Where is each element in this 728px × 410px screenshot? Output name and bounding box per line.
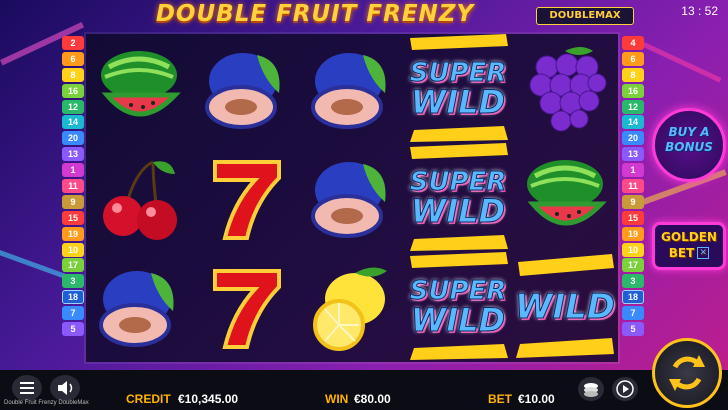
payline-indicator[interactable]: 12 [62, 99, 84, 114]
payline-indicator[interactable]: 8 [622, 67, 644, 82]
payline-indicator[interactable]: 15 [622, 210, 644, 225]
super-wild-symbol: SUPER WILD [404, 252, 512, 361]
seven-icon [192, 143, 298, 252]
super-wild-text-bottom: WILD [410, 82, 506, 121]
reel-grid: SUPER WILD SUPER WILD SUPER WILD WILD [86, 34, 618, 362]
win-label: WIN [325, 392, 349, 406]
payline-indicators-right: 4 6 8 16 12 14 20 13 1 11 9 15 19 10 17 3 18 7 5 [622, 36, 644, 338]
golden-bet-button[interactable]: GOLDEN BET ✕ [652, 222, 726, 270]
watermelon-icon [512, 143, 618, 252]
plum-icon [298, 34, 404, 143]
plum-icon [192, 34, 298, 143]
payline-indicator[interactable]: 10 [62, 242, 84, 257]
payline-indicator[interactable]: 16 [622, 83, 644, 98]
super-wild-text-top: SUPER [409, 275, 507, 306]
payline-indicator[interactable]: 3 [622, 274, 644, 289]
plum-icon [298, 143, 404, 252]
payline-indicator[interactable]: 8 [62, 67, 84, 82]
bet-label: BET [488, 392, 512, 406]
payline-indicator[interactable]: 9 [62, 194, 84, 209]
payline-indicator[interactable]: 1 [62, 163, 84, 178]
clock: 13 : 52 [681, 4, 718, 18]
payline-indicator[interactable]: 7 [62, 306, 84, 321]
grapes-icon [512, 34, 618, 143]
buy-a-bonus-button[interactable]: BUY A BONUS [652, 108, 726, 182]
payline-indicator[interactable]: 16 [62, 83, 84, 98]
cherries-icon [86, 143, 192, 252]
payline-indicator[interactable]: 19 [622, 226, 644, 241]
spin-button[interactable] [652, 338, 722, 408]
payline-indicator[interactable]: 7 [622, 306, 644, 321]
wild-text: WILD [514, 286, 616, 327]
coin-stack-button[interactable] [578, 377, 604, 401]
credit-label: CREDIT [126, 392, 171, 406]
super-wild-text-top: SUPER [409, 57, 507, 88]
win-value: €80.00 [354, 392, 391, 406]
payline-indicator[interactable]: 20 [62, 131, 84, 146]
payline-indicator[interactable]: 13 [622, 147, 644, 162]
menu-button[interactable] [12, 375, 42, 401]
bet-value: €10.00 [518, 392, 555, 406]
payline-indicators-left: 2 6 8 16 12 14 20 13 1 11 9 15 19 10 17 3 18 7 5 [62, 36, 84, 338]
play-circle-icon [616, 380, 634, 398]
light-beam [637, 40, 722, 83]
super-wild-text-top: SUPER [409, 166, 507, 197]
payline-indicator[interactable]: 3 [62, 274, 84, 289]
golden-bet-label-line1: GOLDEN [661, 230, 717, 244]
payline-indicator[interactable]: 12 [622, 99, 644, 114]
super-wild-text-bottom: WILD [410, 300, 506, 339]
payline-indicator[interactable]: 14 [622, 115, 644, 130]
payline-indicator[interactable]: 6 [62, 51, 84, 66]
wild-symbol: WILD [512, 252, 618, 361]
payline-indicator[interactable]: 4 [622, 36, 644, 50]
payline-indicator[interactable]: 17 [62, 258, 84, 273]
checkbox-x-icon: ✕ [697, 247, 710, 259]
game-name-footer: Double Fruit Frenzy DoubleMax [4, 400, 89, 406]
payline-indicator[interactable]: 15 [62, 210, 84, 225]
lemon-icon [298, 252, 404, 361]
plum-icon [86, 252, 192, 361]
payline-indicator[interactable]: 18 [62, 290, 84, 305]
payline-indicator[interactable]: 6 [622, 51, 644, 66]
payline-indicator[interactable]: 11 [622, 179, 644, 194]
buy-a-bonus-label-line1: BUY A [668, 125, 710, 139]
super-wild-symbol: SUPER WILD [404, 34, 512, 143]
payline-indicator[interactable]: 17 [622, 258, 644, 273]
seven-icon [192, 252, 298, 361]
speaker-icon [58, 381, 73, 395]
payline-indicator[interactable]: 20 [622, 131, 644, 146]
menu-icon [20, 382, 34, 394]
payline-indicator[interactable]: 5 [62, 322, 84, 337]
super-wild-text-bottom: WILD [410, 191, 506, 230]
payline-indicator[interactable]: 2 [62, 36, 84, 50]
payline-indicator[interactable]: 10 [622, 242, 644, 257]
payline-indicator[interactable]: 13 [62, 147, 84, 162]
payline-indicator[interactable]: 9 [622, 194, 644, 209]
payline-indicator[interactable]: 1 [622, 163, 644, 178]
spin-arrows-icon [669, 355, 705, 391]
payline-indicator[interactable]: 14 [62, 115, 84, 130]
doublemax-logo: DOUBLEMAX [536, 7, 634, 25]
game-title: DOUBLE FRUIT FRENZY [155, 1, 475, 27]
watermelon-icon [86, 34, 192, 143]
super-wild-symbol: SUPER WILD [404, 143, 512, 252]
payline-indicator[interactable]: 19 [62, 226, 84, 241]
payline-indicator[interactable]: 11 [62, 179, 84, 194]
golden-bet-label-line2: BET [668, 246, 695, 260]
payline-indicator[interactable]: 18 [622, 290, 644, 305]
credit-value: €10,345.00 [178, 392, 239, 406]
autoplay-button[interactable] [612, 377, 638, 401]
payline-indicator[interactable]: 5 [622, 322, 644, 337]
buy-a-bonus-label-line2: BONUS [665, 140, 713, 154]
sound-button[interactable] [50, 375, 80, 401]
coins-icon [584, 383, 598, 397]
